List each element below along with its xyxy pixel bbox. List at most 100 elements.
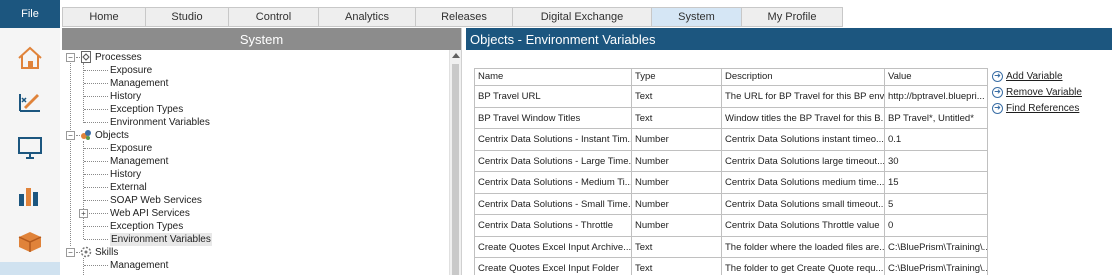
tab-home[interactable]: Home: [62, 7, 145, 27]
find-references-link[interactable]: ➜ Find References: [992, 100, 1112, 116]
home-icon[interactable]: [0, 36, 60, 80]
tree-node-label: Exception Types: [110, 221, 184, 232]
column-header-value[interactable]: Value: [885, 69, 988, 86]
cell-description: Centrix Data Solutions small timeout...: [722, 193, 885, 215]
table-row[interactable]: BP Travel URL Text The URL for BP Travel…: [475, 86, 988, 108]
find-icon: ➜: [992, 102, 1003, 114]
add-variable-link[interactable]: ➜ Add Variable: [992, 68, 1112, 84]
cell-value: 15: [885, 172, 988, 194]
tree-node-environment-variables[interactable]: Environment Variables: [62, 233, 442, 246]
cell-value: BP Travel*, Untitled*: [885, 107, 988, 129]
tree-node-objects[interactable]: − Objects: [62, 129, 442, 142]
table-row[interactable]: Centrix Data Solutions - Throttle Number…: [475, 215, 988, 237]
tree-node-management[interactable]: Management: [62, 155, 442, 168]
environment-variables-panel: Objects - Environment Variables Name Typ…: [466, 28, 1112, 275]
tab-my-profile[interactable]: My Profile: [741, 7, 843, 27]
tree-node-external[interactable]: External: [62, 181, 442, 194]
skills-icon: [80, 246, 92, 258]
tree-scrollbar[interactable]: [449, 50, 461, 275]
table-row[interactable]: Centrix Data Solutions - Large Time... N…: [475, 150, 988, 172]
tree-node-label: History: [110, 91, 142, 102]
tree-node-label: History: [110, 169, 142, 180]
tab-digital-exchange[interactable]: Digital Exchange: [512, 7, 651, 27]
design-icon[interactable]: [0, 80, 60, 124]
cell-name: BP Travel URL: [475, 86, 632, 108]
tree-node-exposure[interactable]: Exposure: [62, 142, 442, 155]
tab-analytics[interactable]: Analytics: [318, 7, 415, 27]
system-tree-panel: System − Processes Exposure Management H…: [62, 28, 462, 275]
table-row[interactable]: Centrix Data Solutions - Instant Tim... …: [475, 129, 988, 151]
package-icon[interactable]: [0, 220, 60, 264]
add-icon: ➜: [992, 70, 1003, 82]
table-row[interactable]: Centrix Data Solutions - Small Time... N…: [475, 193, 988, 215]
cell-type: Text: [632, 107, 722, 129]
tree-node-exception-types[interactable]: Exception Types: [62, 103, 442, 116]
tree-node-label: Web API Services: [110, 208, 190, 219]
cell-value: 0.1: [885, 129, 988, 151]
tree-node-label: Exposure: [110, 65, 153, 76]
tree-node-exposure[interactable]: Exposure: [62, 64, 442, 77]
scroll-thumb[interactable]: [452, 64, 459, 275]
remove-variable-link[interactable]: ➜ Remove Variable: [992, 84, 1112, 100]
cell-value: http://bptravel.bluepri...: [885, 86, 988, 108]
processes-icon: [81, 51, 91, 63]
tree-node-exception-types[interactable]: Exception Types: [62, 220, 442, 233]
cell-description: The URL for BP Travel for this BP envi..…: [722, 86, 885, 108]
tree-node-label: Objects: [95, 130, 129, 141]
variable-actions: ➜ Add Variable ➜ Remove Variable ➜ Find …: [992, 68, 1112, 116]
cell-name: Centrix Data Solutions - Throttle: [475, 215, 632, 237]
panel-title: System: [62, 28, 461, 50]
cell-name: BP Travel Window Titles: [475, 107, 632, 129]
tree-node-management[interactable]: Management: [62, 77, 442, 90]
tree-node-processes[interactable]: − Processes: [62, 51, 442, 64]
tree-node-history[interactable]: History: [62, 90, 442, 103]
cell-description: Window titles the BP Travel for this B..…: [722, 107, 885, 129]
cell-value: 5: [885, 193, 988, 215]
chart-icon[interactable]: [0, 174, 60, 218]
table-row[interactable]: Create Quotes Excel Input Archive... Tex…: [475, 236, 988, 258]
collapse-toggle[interactable]: −: [66, 131, 75, 140]
environment-variables-table: Name Type Description Value BP Travel UR…: [474, 68, 988, 275]
cell-value: 30: [885, 150, 988, 172]
tree-node-management[interactable]: Management: [62, 259, 442, 272]
tab-releases[interactable]: Releases: [415, 7, 512, 27]
collapse-toggle[interactable]: −: [66, 248, 75, 257]
tree-node-environment-variables[interactable]: Environment Variables: [62, 116, 442, 129]
tab-studio[interactable]: Studio: [145, 7, 228, 27]
cell-description: The folder to get Create Quote requ...: [722, 258, 885, 275]
monitor-icon[interactable]: [0, 126, 60, 170]
cell-description: Centrix Data Solutions Throttle value: [722, 215, 885, 237]
collapse-toggle[interactable]: −: [66, 53, 75, 62]
tree-node-label: Management: [110, 260, 169, 271]
table-header-row: Name Type Description Value: [475, 69, 988, 86]
cell-value: C:\BluePrism\Training\...: [885, 236, 988, 258]
cell-value: 0: [885, 215, 988, 237]
panel-title: Objects - Environment Variables: [466, 28, 1112, 50]
file-menu-button[interactable]: File: [0, 0, 60, 28]
table-row[interactable]: Centrix Data Solutions - Medium Ti... Nu…: [475, 172, 988, 194]
tree-node-history[interactable]: History: [62, 168, 442, 181]
cell-name: Create Quotes Excel Input Folder: [475, 258, 632, 275]
column-header-name[interactable]: Name: [475, 69, 632, 86]
column-header-type[interactable]: Type: [632, 69, 722, 86]
tree-node-label: Exception Types: [110, 104, 184, 115]
tab-system[interactable]: System: [651, 7, 741, 27]
column-header-description[interactable]: Description: [722, 69, 885, 86]
cell-value: C:\BluePrism\Training\...: [885, 258, 988, 275]
tree-node-soap-web-services[interactable]: SOAP Web Services: [62, 194, 442, 207]
table-row[interactable]: Create Quotes Excel Input Folder Text Th…: [475, 258, 988, 275]
cell-type: Text: [632, 258, 722, 275]
table-row[interactable]: BP Travel Window Titles Text Window titl…: [475, 107, 988, 129]
scroll-up-arrow-icon[interactable]: [452, 53, 460, 58]
cell-description: Centrix Data Solutions instant timeo...: [722, 129, 885, 151]
cell-type: Text: [632, 236, 722, 258]
cell-description: Centrix Data Solutions medium time...: [722, 172, 885, 194]
tab-control[interactable]: Control: [228, 7, 318, 27]
cell-name: Centrix Data Solutions - Large Time...: [475, 150, 632, 172]
tree-node-skills[interactable]: − Skills: [62, 246, 442, 259]
cell-type: Number: [632, 215, 722, 237]
main-tabs: Home Studio Control Analytics Releases D…: [62, 7, 843, 27]
cell-type: Number: [632, 129, 722, 151]
tree-node-web-api-services[interactable]: + Web API Services: [62, 207, 442, 220]
expand-toggle[interactable]: +: [79, 209, 88, 218]
